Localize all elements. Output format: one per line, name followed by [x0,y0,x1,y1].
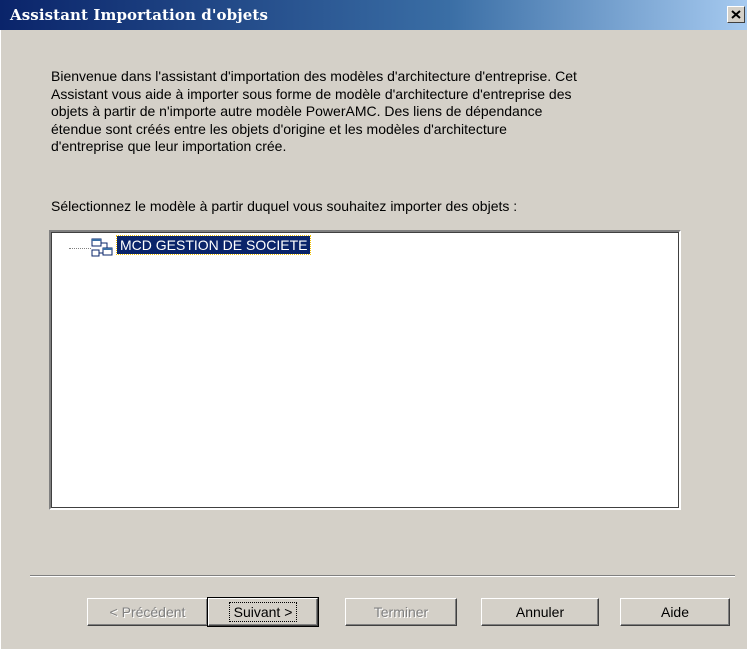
cancel-button[interactable]: Annuler [481,598,599,626]
cancel-button-label: Annuler [515,604,565,620]
model-tree[interactable]: MCD GESTION DE SOCIETE [49,230,681,510]
help-button-label: Aide [660,604,690,620]
close-button[interactable] [727,6,745,23]
window-title: Assistant Importation d'objets [10,6,268,24]
help-button[interactable]: Aide [620,598,730,626]
finish-button[interactable]: Terminer [345,598,457,626]
intro-line: Assistant vous aide à importer sous form… [51,85,572,102]
intro-text: Bienvenue dans l'assistant d'importation… [51,68,701,156]
previous-button-label: < Précédent [109,604,186,620]
tree-connector-line [69,248,91,249]
tree-item-mcd-gestion-de-societe[interactable]: MCD GESTION DE SOCIETE [115,235,312,255]
close-x-icon [731,10,741,19]
intro-line: étendue sont créés entre les objets d'or… [51,120,507,137]
intro-line: d'entreprise que leur importation crée. [51,138,287,154]
intro-line: Bienvenue dans l'assistant d'importation… [51,68,577,84]
finish-button-label: Terminer [373,604,429,620]
window-edge [0,30,1,649]
title-bar[interactable]: Assistant Importation d'objets [0,0,747,30]
previous-button[interactable]: < Précédent [87,598,208,626]
intro-line: objets à partir de n'importe autre modèl… [51,103,543,119]
conceptual-model-icon [90,237,114,262]
button-area-separator [30,575,735,577]
next-button-label: Suivant > [228,602,298,622]
model-selection-prompt: Sélectionnez le modèle à partir duquel v… [51,198,518,214]
next-button[interactable]: Suivant > [207,597,319,627]
